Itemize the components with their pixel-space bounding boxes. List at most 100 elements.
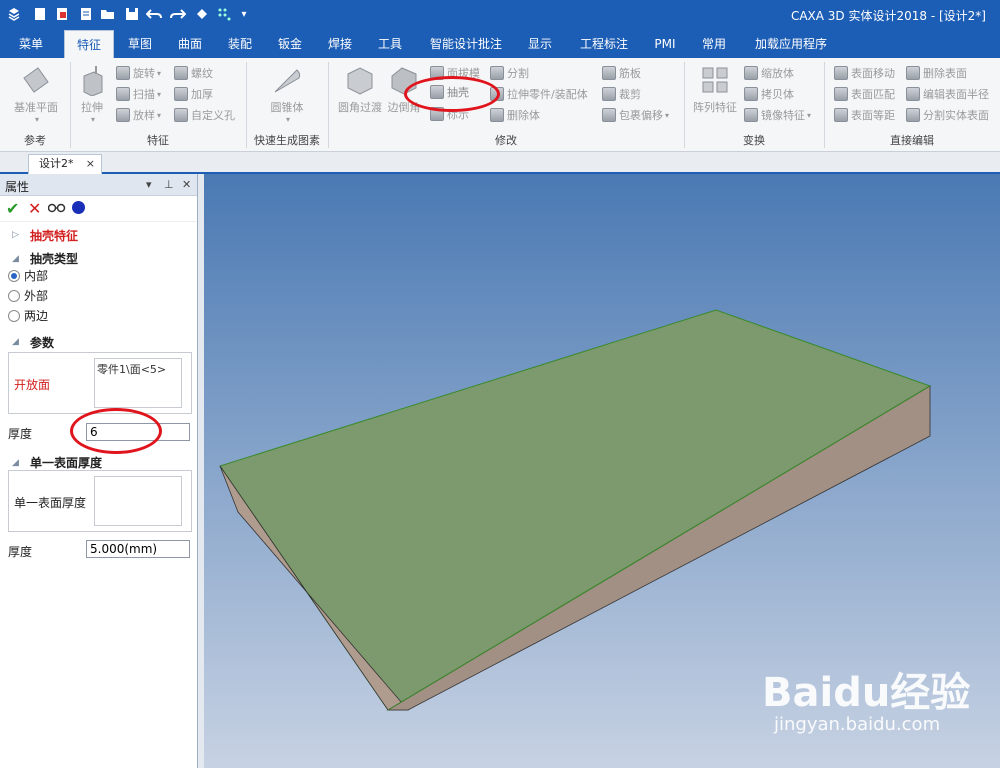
close-tab-icon[interactable]: × bbox=[86, 155, 95, 173]
copy-body-button[interactable]: 拷贝体 bbox=[744, 85, 794, 103]
tab-feature[interactable]: 特征 bbox=[64, 30, 114, 58]
edit-face-radius-button[interactable]: 编辑表面半径 bbox=[906, 85, 989, 103]
tab-tools[interactable]: 工具 bbox=[368, 30, 412, 58]
fillet-icon bbox=[344, 64, 376, 96]
confirm-check-icon[interactable]: ✔ bbox=[6, 199, 19, 218]
split-button[interactable]: 分割 bbox=[490, 64, 529, 82]
shell-type-title: 抽壳类型 bbox=[30, 252, 79, 266]
tab-sheetmetal[interactable]: 钣金 bbox=[268, 30, 312, 58]
customize-toolbar-icon[interactable]: ▾ bbox=[236, 6, 252, 22]
new-file-icon[interactable] bbox=[32, 6, 48, 22]
face-match-button[interactable]: 表面匹配 bbox=[834, 85, 895, 103]
group-label-reference: 参考 bbox=[24, 134, 46, 147]
tab-engineering-annotation[interactable]: 工程标注 bbox=[572, 30, 636, 58]
radio-outer[interactable]: 外部 bbox=[8, 287, 48, 304]
new-drawing-icon[interactable] bbox=[78, 6, 94, 22]
loft-button[interactable]: 放样 ▾ bbox=[116, 106, 161, 124]
tab-display[interactable]: 显示 bbox=[518, 30, 562, 58]
thickness-label: 厚度 bbox=[8, 427, 33, 441]
panel-title: 属性 bbox=[5, 180, 30, 194]
pattern-feature-button[interactable]: 阵列特征 bbox=[690, 64, 740, 115]
3d-viewport[interactable]: Baidu经验 jingyan.baidu.com bbox=[204, 174, 1000, 768]
render-icon[interactable] bbox=[194, 6, 210, 22]
trim-button[interactable]: 裁剪 bbox=[602, 85, 641, 103]
face-move-button[interactable]: 表面移动 bbox=[834, 64, 895, 82]
tab-assembly[interactable]: 装配 bbox=[218, 30, 262, 58]
wrap-offset-icon bbox=[602, 108, 616, 122]
cone-icon bbox=[271, 64, 303, 96]
collapse-triangle-icon[interactable]: ◢ bbox=[12, 458, 19, 468]
group-label-transform: 变换 bbox=[743, 134, 765, 147]
rib-button[interactable]: 筋板 bbox=[602, 64, 641, 82]
pin-icon[interactable]: ⊥ bbox=[164, 178, 174, 191]
tab-common[interactable]: 常用 bbox=[692, 30, 736, 58]
radio-inner[interactable]: 内部 bbox=[8, 267, 48, 284]
collapse-triangle-icon[interactable]: ◢ bbox=[12, 337, 19, 347]
tab-pmi[interactable]: PMI bbox=[646, 30, 684, 58]
custom-hole-button[interactable]: 自定义孔 bbox=[174, 106, 235, 124]
tab-smart-annotation[interactable]: 智能设计批注 bbox=[422, 30, 510, 58]
sweep-button[interactable]: 扫描 ▾ bbox=[116, 85, 161, 103]
thicken-button[interactable]: 加厚 bbox=[174, 85, 213, 103]
radio-both[interactable]: 两边 bbox=[8, 307, 48, 324]
mirror-feature-button[interactable]: 镜像特征 ▾ bbox=[744, 106, 811, 124]
datum-plane-button[interactable]: 基准平面 ▾ bbox=[8, 64, 64, 124]
tab-surface[interactable]: 曲面 bbox=[168, 30, 212, 58]
help-dot-icon[interactable] bbox=[72, 201, 85, 214]
open-folder-icon[interactable] bbox=[100, 6, 116, 22]
expand-triangle-icon[interactable]: ▷ bbox=[12, 230, 19, 240]
extrude-icon bbox=[76, 64, 108, 97]
scale-body-button[interactable]: 缩放体 bbox=[744, 64, 794, 82]
tab-welding[interactable]: 焊接 bbox=[318, 30, 362, 58]
single-thickness-input[interactable]: 5.000(mm) bbox=[86, 540, 190, 558]
collapse-triangle-icon[interactable]: ◢ bbox=[12, 254, 19, 264]
delete-face-icon bbox=[906, 66, 920, 80]
redo-icon[interactable] bbox=[170, 6, 186, 22]
face-distance-button[interactable]: 表面等距 bbox=[834, 106, 895, 124]
panel-header: 属性 ▾ ⊥ ✕ bbox=[0, 174, 197, 196]
tab-sketch[interactable]: 草图 bbox=[118, 30, 162, 58]
tab-menu[interactable]: 菜单 bbox=[8, 30, 54, 58]
slab-top-face[interactable] bbox=[219, 309, 932, 711]
document-tab-design2[interactable]: 设计2* × bbox=[28, 154, 102, 174]
app-logo-icon[interactable] bbox=[6, 6, 22, 22]
single-face-field[interactable] bbox=[94, 476, 182, 526]
cone-button[interactable]: 圆锥体 ▾ bbox=[256, 64, 318, 124]
panel-toolbar: ✔ ✕ bbox=[0, 196, 197, 222]
edit-radius-icon bbox=[906, 87, 920, 101]
wrap-offset-button[interactable]: 包裹偏移 ▾ bbox=[602, 106, 669, 124]
thread-icon bbox=[174, 66, 188, 80]
revolve-icon bbox=[116, 66, 130, 80]
baidu-watermark-logo: Baidu经验 bbox=[762, 670, 971, 716]
cancel-x-icon[interactable]: ✕ bbox=[28, 199, 41, 218]
open-face-label: 开放面 bbox=[14, 378, 51, 392]
delete-face-button[interactable]: 删除表面 bbox=[906, 64, 967, 82]
single-face-title: 单一表面厚度 bbox=[30, 456, 103, 470]
revolve-button[interactable]: 旋转 ▾ bbox=[116, 64, 161, 82]
thread-button[interactable]: 螺纹 bbox=[174, 64, 213, 82]
close-panel-icon[interactable]: ✕ bbox=[182, 178, 191, 191]
delete-body-button[interactable]: 删除体 bbox=[490, 106, 540, 124]
feature-name: 抽壳特征 bbox=[30, 229, 79, 243]
extrude-button[interactable]: 拉伸 ▾ bbox=[74, 64, 110, 124]
group-label-feature: 特征 bbox=[147, 134, 169, 147]
window-title: CAXA 3D 实体设计2018 - [设计2*] bbox=[790, 9, 986, 23]
properties-panel: 属性 ▾ ⊥ ✕ ✔ ✕ ▷ 抽壳特征 ◢ 抽壳类型 内部 外部 两边 ◢ 参数… bbox=[0, 174, 198, 768]
trim-icon bbox=[602, 87, 616, 101]
preview-glasses-icon[interactable] bbox=[47, 200, 66, 217]
tab-addins[interactable]: 加载应用程序 bbox=[746, 30, 836, 58]
open-face-field[interactable]: 零件1\面<5> bbox=[94, 358, 182, 408]
pattern-icon bbox=[699, 64, 731, 96]
stretch-part-button[interactable]: 拉伸零件/装配体 bbox=[490, 85, 588, 103]
copy-icon bbox=[744, 87, 758, 101]
catalog-icon[interactable] bbox=[216, 6, 232, 22]
group-label-direct-edit: 直接编辑 bbox=[890, 134, 934, 147]
group-label-modify: 修改 bbox=[495, 134, 517, 147]
split-solid-face-button[interactable]: 分割实体表面 bbox=[906, 106, 989, 124]
fillet-button[interactable]: 圆角过渡 bbox=[334, 64, 386, 115]
save-icon[interactable] bbox=[124, 6, 140, 22]
undo-icon[interactable] bbox=[146, 6, 162, 22]
new-design-icon[interactable] bbox=[54, 6, 70, 22]
panel-menu-icon[interactable]: ▾ bbox=[146, 178, 152, 191]
loft-icon bbox=[116, 108, 130, 122]
